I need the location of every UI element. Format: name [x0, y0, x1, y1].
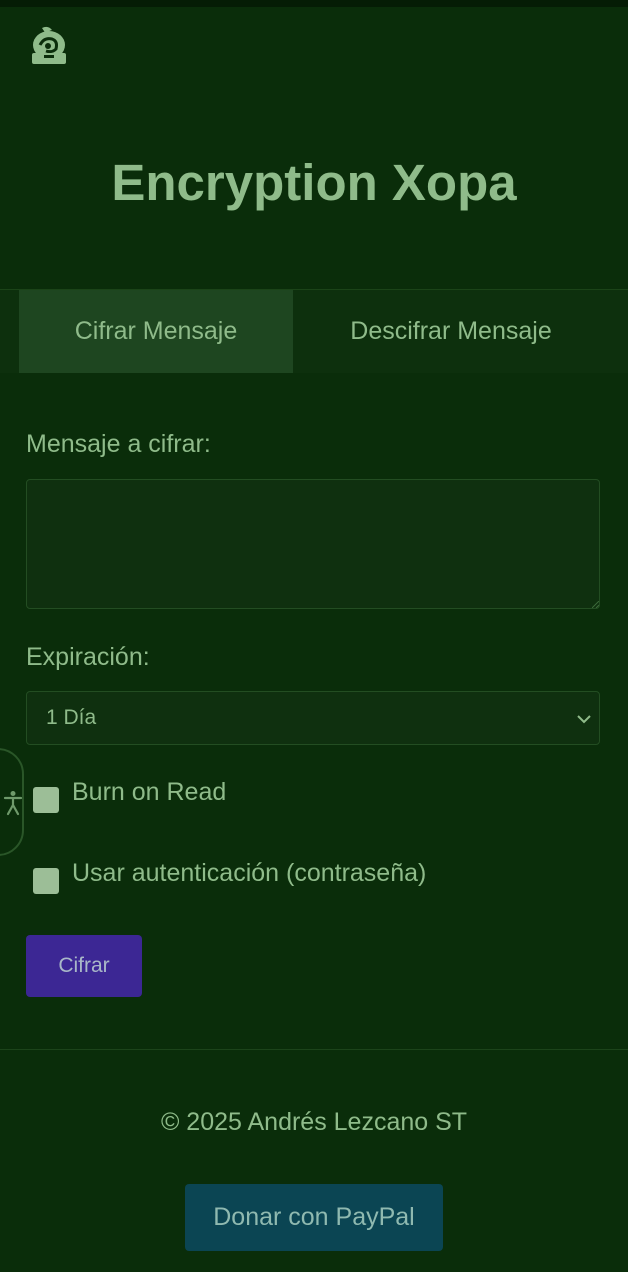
tabs-bar: Cifrar Mensaje Descifrar Mensaje [0, 289, 628, 373]
burn-on-read-checkbox[interactable] [33, 787, 59, 813]
encrypt-button[interactable]: Cifrar [26, 935, 142, 997]
status-strip [0, 0, 628, 7]
tab-decrypt-message[interactable]: Descifrar Mensaje [293, 290, 609, 373]
tab-encrypt-message[interactable]: Cifrar Mensaje [19, 290, 293, 373]
copyright-text: © 2025 Andrés Lezcano ST [160, 1108, 468, 1136]
use-auth-label[interactable]: Usar autenticación (contraseña) [72, 859, 426, 888]
chevron-down-icon [577, 715, 591, 724]
resize-grip-icon[interactable] [592, 601, 599, 608]
message-textarea[interactable] [26, 479, 600, 609]
expiration-label: Expiración: [26, 643, 150, 671]
page: Encryption Xopa Cifrar Mensaje Descifrar… [0, 0, 628, 1272]
leaf-lock-logo-icon[interactable] [28, 25, 70, 67]
accessibility-person-icon[interactable] [2, 790, 24, 816]
donate-paypal-button[interactable]: Donar con PayPal [185, 1184, 443, 1251]
message-label: Mensaje a cifrar: [26, 430, 211, 458]
expiration-select[interactable]: 1 Día [26, 691, 600, 745]
expiration-selected-value: 1 Día [46, 706, 97, 729]
app-title: Encryption Xopa [111, 154, 517, 211]
footer-divider [0, 1049, 628, 1050]
burn-on-read-label[interactable]: Burn on Read [72, 778, 226, 807]
use-auth-checkbox[interactable] [33, 868, 59, 894]
